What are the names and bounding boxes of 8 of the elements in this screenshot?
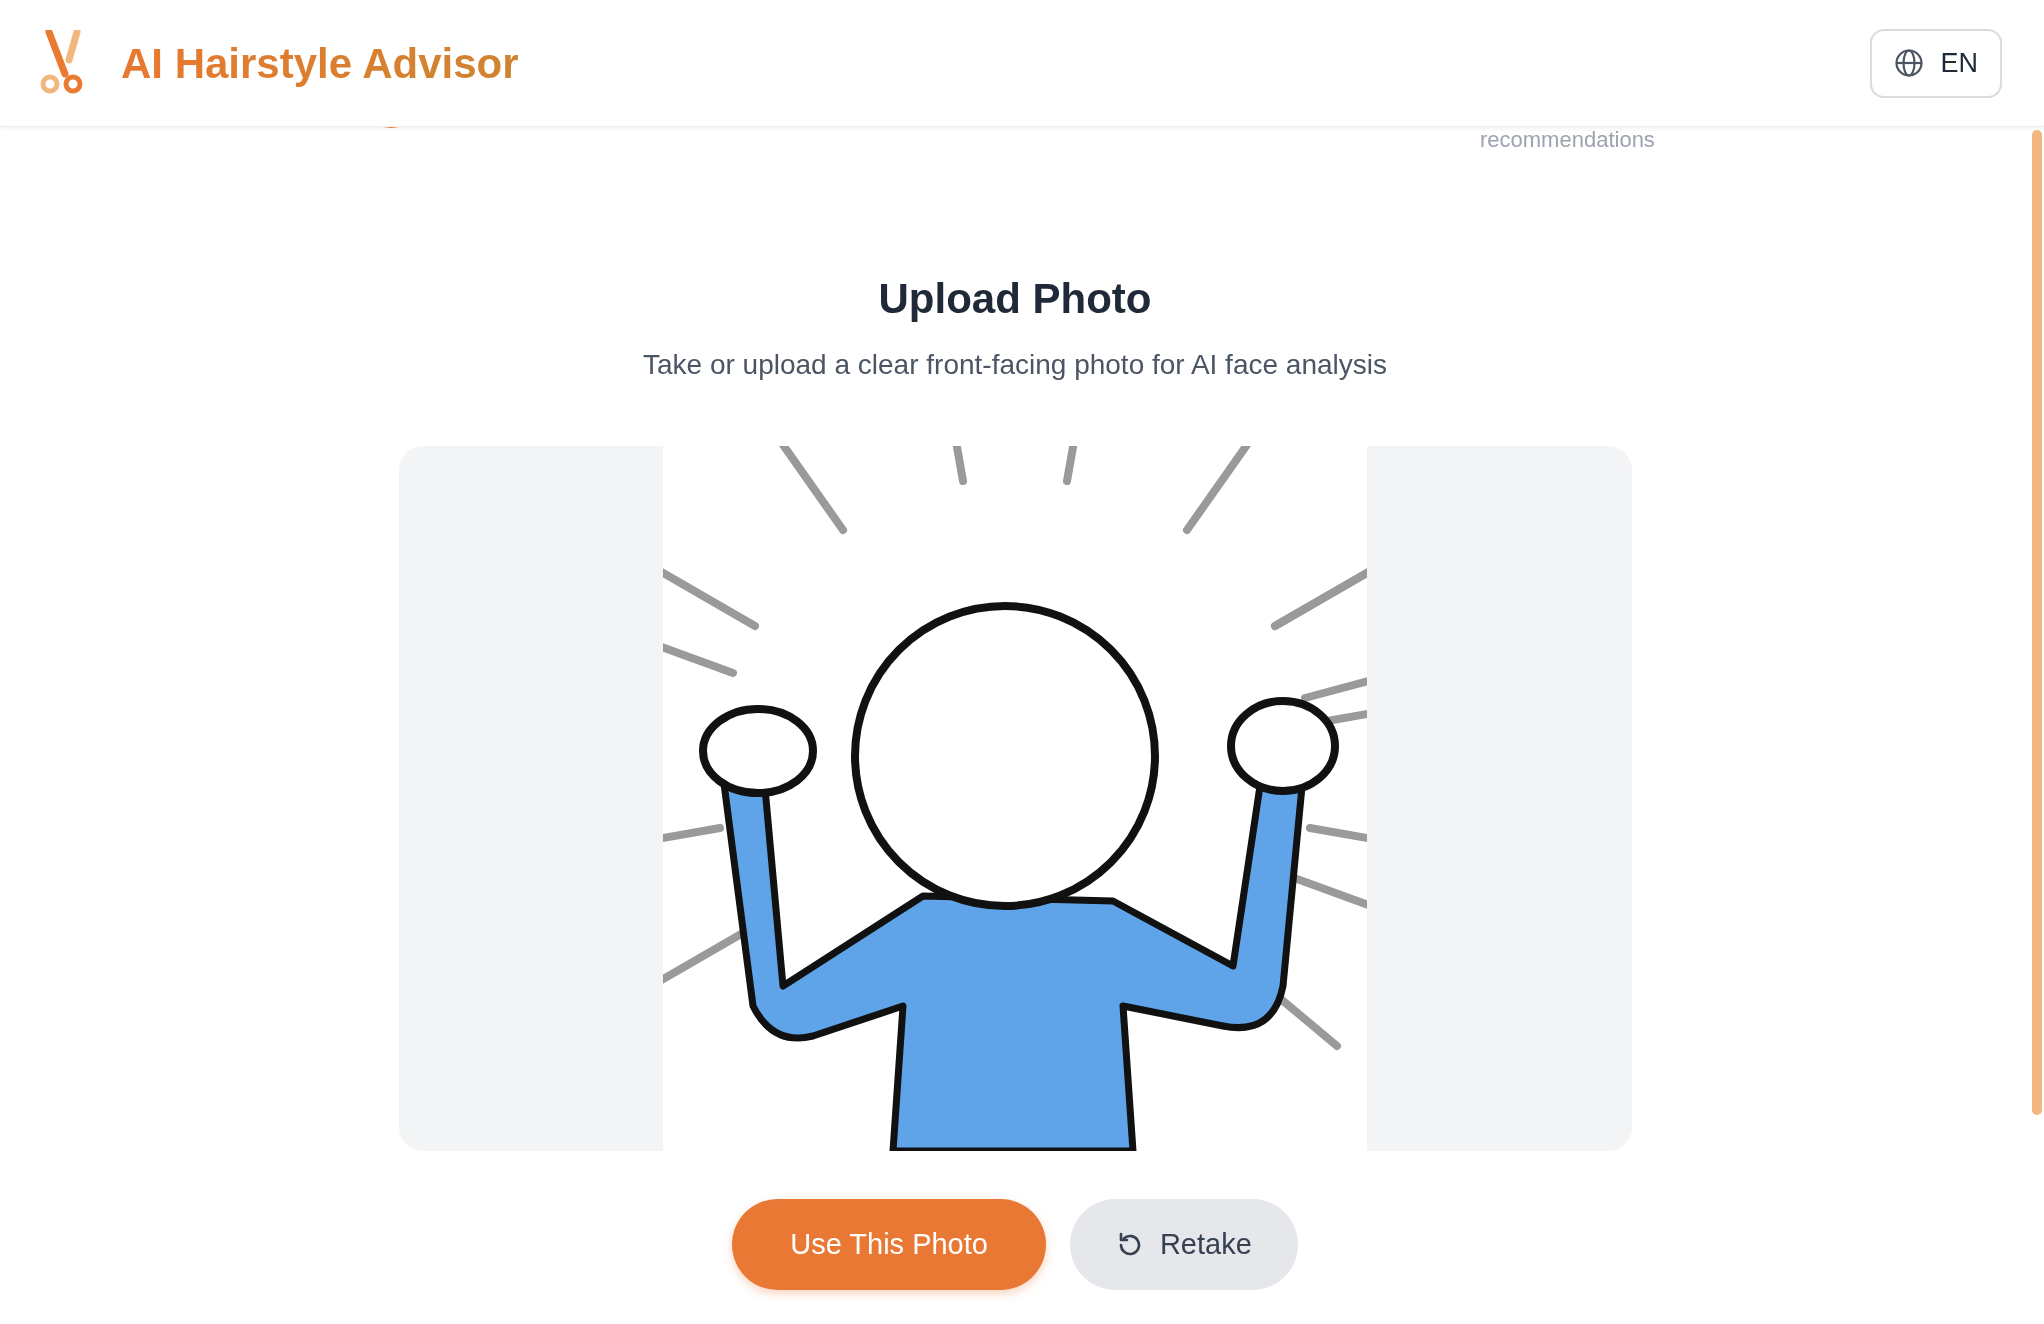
scissors-icon — [39, 30, 85, 96]
language-button[interactable]: EN — [1870, 28, 2002, 98]
scrollbar-thumb[interactable] — [2032, 130, 2042, 1115]
section-subtitle: Take or upload a clear front-facing photo for AI face analysis — [643, 348, 1387, 383]
retake-button[interactable]: Retake — [1069, 1199, 1298, 1291]
globe-icon — [1894, 48, 1925, 78]
step-label: recommendations — [1480, 128, 1655, 153]
section-title: Upload Photo — [878, 274, 1152, 324]
